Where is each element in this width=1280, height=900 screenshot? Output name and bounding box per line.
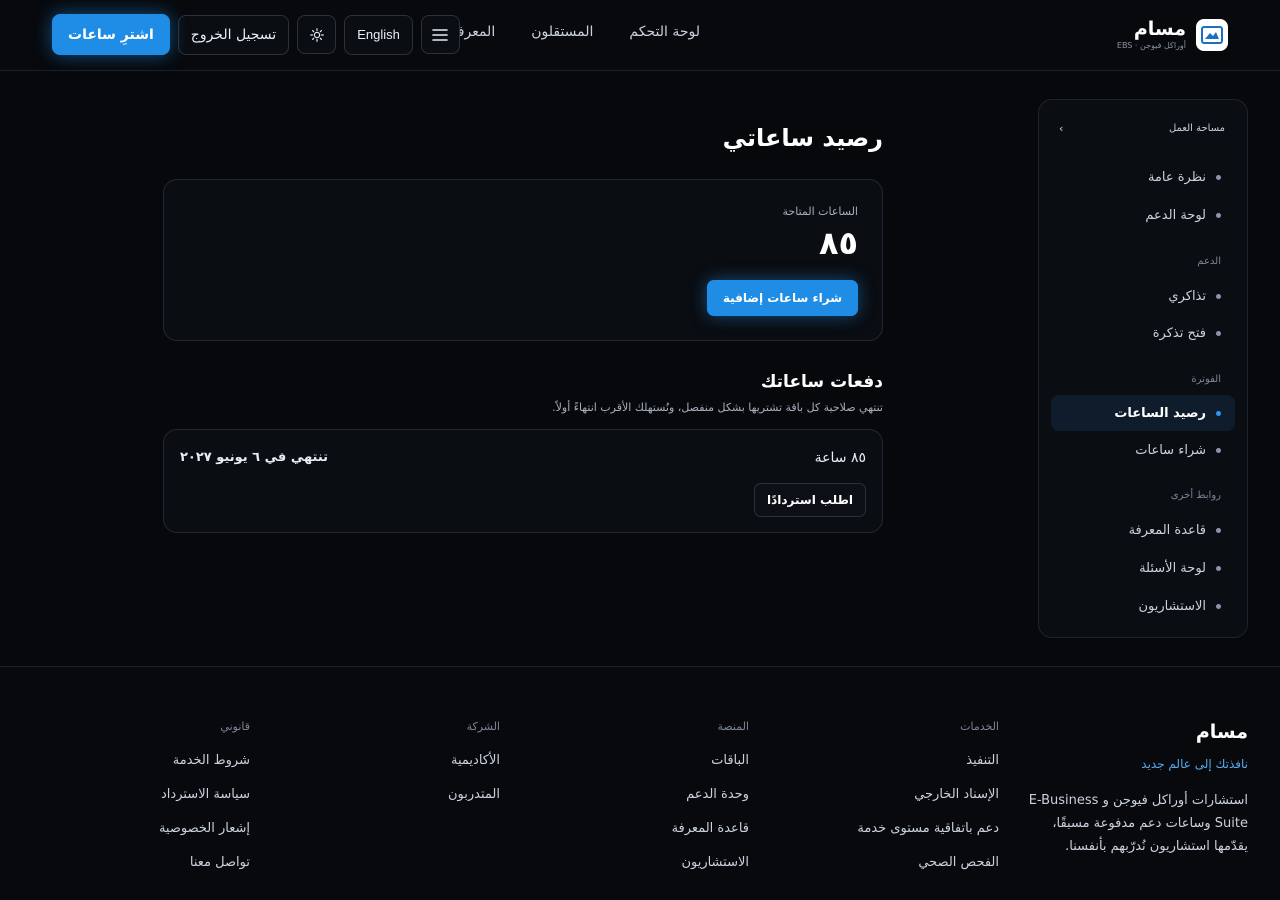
- sun-icon: [309, 27, 324, 42]
- sidebar-item-hours-balance[interactable]: رصيد الساعات: [1051, 395, 1235, 431]
- header-actions: اشترِ ساعات تسجيل الخروج English: [52, 14, 460, 55]
- bullet-icon: [1216, 330, 1221, 336]
- footer-col-company: الشركة الأكاديمية المتدربون: [448, 720, 500, 821]
- top-header: مسام أوراكل فيوجن · EBS لوحة التحكم المس…: [0, 0, 1280, 71]
- footer-link[interactable]: إشعار الخصوصية: [159, 821, 250, 855]
- sidebar-item-label: فتح تذكرة: [1152, 325, 1206, 341]
- sidebar-item-support-board[interactable]: لوحة الدعم: [1051, 197, 1235, 233]
- nav-freelancers[interactable]: المستقلون: [531, 24, 593, 40]
- available-hours-value: ٨٥: [818, 224, 858, 262]
- footer-link[interactable]: الباقات: [672, 753, 749, 787]
- batch-hours: ٨٥ ساعة: [814, 450, 866, 466]
- footer-link[interactable]: قاعدة المعرفة: [672, 821, 749, 855]
- sidebar-item-open-ticket[interactable]: فتح تذكرة: [1051, 315, 1235, 351]
- sidebar-item-knowledge-base[interactable]: قاعدة المعرفة: [1051, 512, 1235, 548]
- batch-expiry: تنتهي في ٦ يونيو ٢٠٢٧: [180, 450, 329, 465]
- sidebar-item-overview[interactable]: نظرة عامة: [1051, 159, 1235, 195]
- batches-subtitle: تنتهي صلاحية كل باقة تشتريها بشكل منفصل،…: [552, 401, 883, 414]
- brand[interactable]: مسام أوراكل فيوجن · EBS: [1117, 18, 1228, 52]
- sidebar-item-label: قاعدة المعرفة: [1128, 522, 1206, 538]
- sidebar-header: مساحة العمل ›: [1059, 120, 1225, 136]
- main-nav: لوحة التحكم المستقلون المعرفة: [450, 24, 700, 40]
- sidebar-item-label: لوحة الدعم: [1145, 207, 1206, 223]
- footer-col-legal: قانوني شروط الخدمة سياسة الاسترداد إشعار…: [159, 720, 250, 889]
- footer-description: استشارات أوراكل فيوجن و E-Business Suite…: [1028, 793, 1248, 854]
- footer-tagline: نافذتك إلى عالم جديد: [1141, 757, 1248, 771]
- bullet-icon: [1216, 447, 1221, 453]
- footer-col-title: قانوني: [220, 720, 250, 733]
- brand-subtitle: أوراكل فيوجن · EBS: [1116, 41, 1186, 50]
- sidebar-item-label: تذاكري: [1168, 288, 1206, 304]
- footer-link[interactable]: التنفيذ: [857, 753, 999, 787]
- bullet-icon: [1216, 293, 1221, 299]
- sidebar-item-label: رصيد الساعات: [1114, 405, 1206, 421]
- site-footer: مسام نافذتك إلى عالم جديد استشارات أوراك…: [0, 666, 1280, 900]
- bullet-icon: [1216, 603, 1221, 609]
- batches-title: دفعات ساعاتك: [760, 372, 883, 392]
- brand-name: مسام: [1133, 18, 1186, 40]
- sidebar-item-label: نظرة عامة: [1147, 169, 1206, 185]
- footer-link[interactable]: المتدربون: [448, 787, 500, 821]
- footer-link[interactable]: تواصل معنا: [159, 855, 250, 889]
- footer-col-platform: المنصة الباقات وحدة الدعم قاعدة المعرفة …: [672, 720, 749, 889]
- bullet-icon: [1216, 527, 1221, 533]
- sidebar-item-label: لوحة الأسئلة: [1139, 560, 1206, 576]
- sidebar-section-support: الدعم: [1197, 256, 1221, 267]
- footer-link[interactable]: سياسة الاسترداد: [159, 787, 250, 821]
- footer-link[interactable]: الاستشاريون: [672, 855, 749, 889]
- sidebar-section-other: روابط أخرى: [1170, 490, 1221, 501]
- logout-button[interactable]: تسجيل الخروج: [177, 14, 290, 55]
- sidebar-item-questions-board[interactable]: لوحة الأسئلة: [1051, 550, 1235, 586]
- request-refund-button[interactable]: اطلب استردادًا: [753, 483, 866, 517]
- chevron-icon[interactable]: ›: [1059, 122, 1063, 135]
- sidebar-item-buy-hours[interactable]: شراء ساعات: [1051, 432, 1235, 468]
- brand-text: مسام أوراكل فيوجن · EBS: [1117, 20, 1186, 50]
- sidebar-title: مساحة العمل: [1168, 122, 1225, 134]
- sidebar-item-my-tickets[interactable]: تذاكري: [1051, 278, 1235, 314]
- theme-toggle-button[interactable]: [297, 15, 337, 54]
- available-hours-card: الساعات المتاحة ٨٥ شراء ساعات إضافية: [163, 179, 883, 341]
- bullet-icon: [1216, 410, 1221, 416]
- footer-col-title: الخدمات: [960, 720, 999, 733]
- page-title: رصيد ساعاتي: [722, 124, 883, 152]
- footer-link[interactable]: دعم باتفاقية مستوى خدمة: [857, 821, 999, 855]
- sidebar-item-label: الاستشاريون: [1138, 598, 1206, 614]
- brand-logo-icon: [1196, 19, 1228, 51]
- bullet-icon: [1216, 565, 1221, 571]
- footer-link[interactable]: الإسناد الخارجي: [857, 787, 999, 821]
- nav-dashboard[interactable]: لوحة التحكم: [629, 24, 700, 40]
- sidebar-item-label: شراء ساعات: [1135, 442, 1206, 458]
- footer-col-title: الشركة: [466, 720, 500, 733]
- hour-batch-card: ٨٥ ساعة تنتهي في ٦ يونيو ٢٠٢٧ اطلب استرد…: [163, 429, 883, 533]
- bullet-icon: [1216, 174, 1221, 180]
- sidebar-item-consultants[interactable]: الاستشاريون: [1051, 588, 1235, 624]
- menu-icon: [432, 28, 449, 41]
- available-hours-label: الساعات المتاحة: [782, 205, 858, 218]
- buy-more-hours-button[interactable]: شراء ساعات إضافية: [706, 280, 858, 316]
- footer-col-services: الخدمات التنفيذ الإسناد الخارجي دعم باتف…: [857, 720, 999, 889]
- footer-link[interactable]: شروط الخدمة: [159, 753, 250, 787]
- language-button[interactable]: English: [344, 14, 413, 55]
- buy-hours-button[interactable]: اشترِ ساعات: [52, 14, 170, 55]
- footer-link[interactable]: الفحص الصحي: [857, 855, 999, 889]
- menu-button[interactable]: [420, 15, 460, 54]
- workspace-sidebar: مساحة العمل › نظرة عامة لوحة الدعم الدعم…: [1038, 99, 1248, 638]
- footer-col-title: المنصة: [717, 720, 749, 733]
- bullet-icon: [1216, 212, 1221, 218]
- footer-link[interactable]: الأكاديمية: [448, 753, 500, 787]
- footer-brand: مسام: [1195, 721, 1248, 743]
- sidebar-section-billing: الفوترة: [1191, 374, 1221, 385]
- footer-link[interactable]: وحدة الدعم: [672, 787, 749, 821]
